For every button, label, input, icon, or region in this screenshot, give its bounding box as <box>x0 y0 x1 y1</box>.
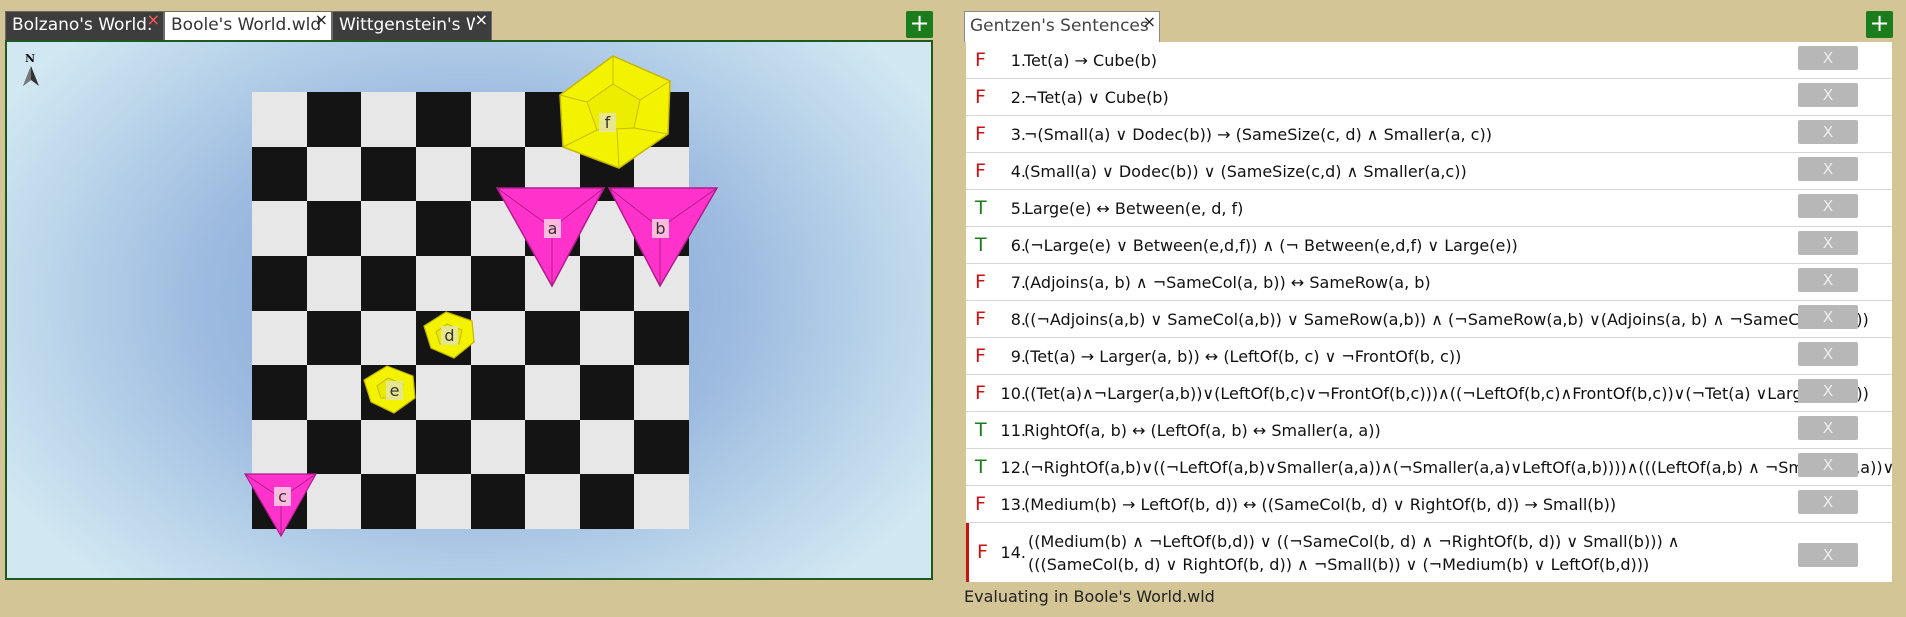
sentence-formula[interactable]: (Medium(b) → LeftOf(b, d)) ↔ ((SameCol(b… <box>1024 495 1616 514</box>
sentence-formula[interactable]: ((Medium(b) ∧ ¬LeftOf(b,d)) ∨ ((¬SameCol… <box>1028 530 1679 576</box>
truth-value: F <box>975 345 986 367</box>
sentence-number: 13. <box>1000 495 1026 514</box>
tab-label: Gentzen's Sentences <box>970 16 1149 36</box>
remove-sentence-button[interactable]: X <box>1798 120 1858 144</box>
remove-sentence-button[interactable]: X <box>1798 342 1858 366</box>
remove-sentence-button[interactable]: X <box>1798 194 1858 218</box>
sentence-row[interactable]: F 8. ((¬Adjoins(a,b) ∨ SameCol(a,b)) ∨ Sam… <box>966 301 1892 338</box>
object-label-c: c <box>274 487 291 506</box>
sentence-formula[interactable]: ¬Tet(a) ∨ Cube(b) <box>1024 88 1169 107</box>
tab-wittgensteins-world[interactable]: Wittgenstein's W × <box>332 11 492 40</box>
sentence-list: F 1. Tet(a) → Cube(b) X F 2. ¬Tet(a) ∨ Cube(b)… <box>966 42 1892 582</box>
tab-label: Bolzano's World. <box>12 15 153 35</box>
world-view[interactable]: N f a b d e c <box>5 40 933 580</box>
remove-sentence-button[interactable]: X <box>1798 379 1858 403</box>
object-label-f: f <box>599 113 616 132</box>
object-label-b: b <box>652 219 669 238</box>
sentence-row[interactable]: T 12. (¬RightOf(a,b)∨((¬LeftOf(a,b)∨Smalle… <box>966 449 1892 486</box>
remove-sentence-button[interactable]: X <box>1798 268 1858 292</box>
truth-value: F <box>975 86 986 108</box>
object-label-d: d <box>441 326 458 345</box>
tab-gentzens-sentences[interactable]: Gentzen's Sentences × <box>964 11 1160 42</box>
sentence-formula[interactable]: (Small(a) ∨ Dodec(b)) ∨ (SameSize(c,d) ∧… <box>1024 162 1467 181</box>
sentence-formula[interactable]: ¬(Small(a) ∨ Dodec(b)) → (SameSize(c, d)… <box>1024 125 1492 144</box>
truth-value: F <box>975 123 986 145</box>
sentence-row[interactable]: T 5. Large(e) ↔ Between(e, d, f) X <box>966 190 1892 227</box>
sentence-number: 11. <box>1000 421 1026 440</box>
remove-sentence-button[interactable]: X <box>1798 416 1858 440</box>
sentence-formula[interactable]: ((¬Adjoins(a,b) ∨ SameCol(a,b)) ∨ SameRo… <box>1024 310 1869 329</box>
close-icon[interactable]: × <box>147 12 160 33</box>
sentence-number: 5. <box>1010 199 1026 218</box>
sentence-formula[interactable]: Large(e) ↔ Between(e, d, f) <box>1024 199 1243 218</box>
sentence-formula[interactable]: RightOf(a, b) ↔ (LeftOf(a, b) ↔ Smaller(… <box>1024 421 1381 440</box>
remove-sentence-button[interactable]: X <box>1798 83 1858 107</box>
sentence-number: 9. <box>1010 347 1026 366</box>
truth-value: T <box>975 234 987 256</box>
close-icon[interactable]: × <box>315 12 328 33</box>
sentence-number: 14. <box>1000 543 1026 562</box>
object-label-a: a <box>544 219 561 238</box>
remove-sentence-button[interactable]: X <box>1798 305 1858 329</box>
sentence-row[interactable]: F 4. (Small(a) ∨ Dodec(b)) ∨ (SameSize(c,d… <box>966 153 1892 190</box>
truth-value: F <box>975 493 986 515</box>
world-objects <box>243 55 719 538</box>
sentence-number: 7. <box>1010 273 1026 292</box>
sentence-row[interactable]: F 7. (Adjoins(a, b) ∧ ¬SameCol(a, b)) ↔ Sa… <box>966 264 1892 301</box>
sentence-formula[interactable]: ((Tet(a)∧¬Larger(a,b))∨(LeftOf(b,c)∨¬Fro… <box>1024 384 1869 403</box>
close-icon[interactable]: × <box>475 12 488 33</box>
truth-value: F <box>975 382 986 404</box>
tab-label: Boole's World.wld <box>171 15 322 35</box>
remove-sentence-button[interactable]: X <box>1798 46 1858 70</box>
sentence-row[interactable]: T 6. (¬Large(e) ∨ Between(e,d,f)) ∧ (¬ Bet… <box>966 227 1892 264</box>
sentence-row[interactable]: F 2. ¬Tet(a) ∨ Cube(b) X <box>966 79 1892 116</box>
sentence-number: 12. <box>1000 458 1026 477</box>
remove-sentence-button[interactable]: X <box>1798 543 1858 567</box>
sentence-row[interactable]: F 3. ¬(Small(a) ∨ Dodec(b)) → (SameSize(c… <box>966 116 1892 153</box>
sentence-row[interactable]: F 9. (Tet(a) → Larger(a, b)) ↔ (LeftOf(b, … <box>966 338 1892 375</box>
sentence-number: 1. <box>1010 51 1026 70</box>
truth-value: F <box>977 541 988 563</box>
add-sentences-button[interactable]: + <box>1866 11 1893 38</box>
remove-sentence-button[interactable]: X <box>1798 453 1858 477</box>
truth-value: F <box>975 49 986 71</box>
sentence-number: 2. <box>1010 88 1026 107</box>
object-label-e: e <box>386 381 403 400</box>
sentence-formula[interactable]: (¬Large(e) ∨ Between(e,d,f)) ∧ (¬ Betwee… <box>1024 236 1518 255</box>
sentence-number: 4. <box>1010 162 1026 181</box>
truth-value: T <box>975 197 987 219</box>
object-f[interactable] <box>559 55 671 169</box>
tab-bolzanos-world[interactable]: Bolzano's World. × <box>5 11 164 40</box>
sentence-number: 6. <box>1010 236 1026 255</box>
remove-sentence-button[interactable]: X <box>1798 231 1858 255</box>
truth-value: T <box>975 456 987 478</box>
sentence-formula[interactable]: (Tet(a) → Larger(a, b)) ↔ (LeftOf(b, c) … <box>1024 347 1461 366</box>
remove-sentence-button[interactable]: X <box>1798 157 1858 181</box>
sentence-formula[interactable]: (¬RightOf(a,b)∨((¬LeftOf(a,b)∨Smaller(a,… <box>1024 458 1892 477</box>
close-icon[interactable]: × <box>1143 7 1156 36</box>
truth-value: T <box>975 419 987 441</box>
sentence-row[interactable]: T 11. RightOf(a, b) ↔ (LeftOf(a, b) ↔ Smal… <box>966 412 1892 449</box>
truth-value: F <box>975 160 986 182</box>
sentence-row[interactable]: F 14. ((Medium(b) ∧ ¬LeftOf(b,d)) ∨ ((¬Sam… <box>966 523 1892 582</box>
add-world-button[interactable]: + <box>906 11 933 38</box>
truth-value: F <box>975 308 986 330</box>
sentence-number: 10. <box>1000 384 1026 403</box>
remove-sentence-button[interactable]: X <box>1798 490 1858 514</box>
tab-booles-world[interactable]: Boole's World.wld × <box>164 11 332 41</box>
sentence-number: 3. <box>1010 125 1026 144</box>
sentence-number: 8. <box>1010 310 1026 329</box>
sentence-formula[interactable]: Tet(a) → Cube(b) <box>1024 51 1157 70</box>
tab-label: Wittgenstein's W <box>339 15 475 35</box>
status-text: Evaluating in Boole's World.wld <box>964 587 1215 606</box>
sentence-row[interactable]: F 10. ((Tet(a)∧¬Larger(a,b))∨(LeftOf(b,c)∨… <box>966 375 1892 412</box>
sentence-formula[interactable]: (Adjoins(a, b) ∧ ¬SameCol(a, b)) ↔ SameR… <box>1024 273 1431 292</box>
truth-value: F <box>975 271 986 293</box>
sentence-row[interactable]: F 13. (Medium(b) → LeftOf(b, d)) ↔ ((SameC… <box>966 486 1892 523</box>
sentence-row[interactable]: F 1. Tet(a) → Cube(b) X <box>966 42 1892 79</box>
